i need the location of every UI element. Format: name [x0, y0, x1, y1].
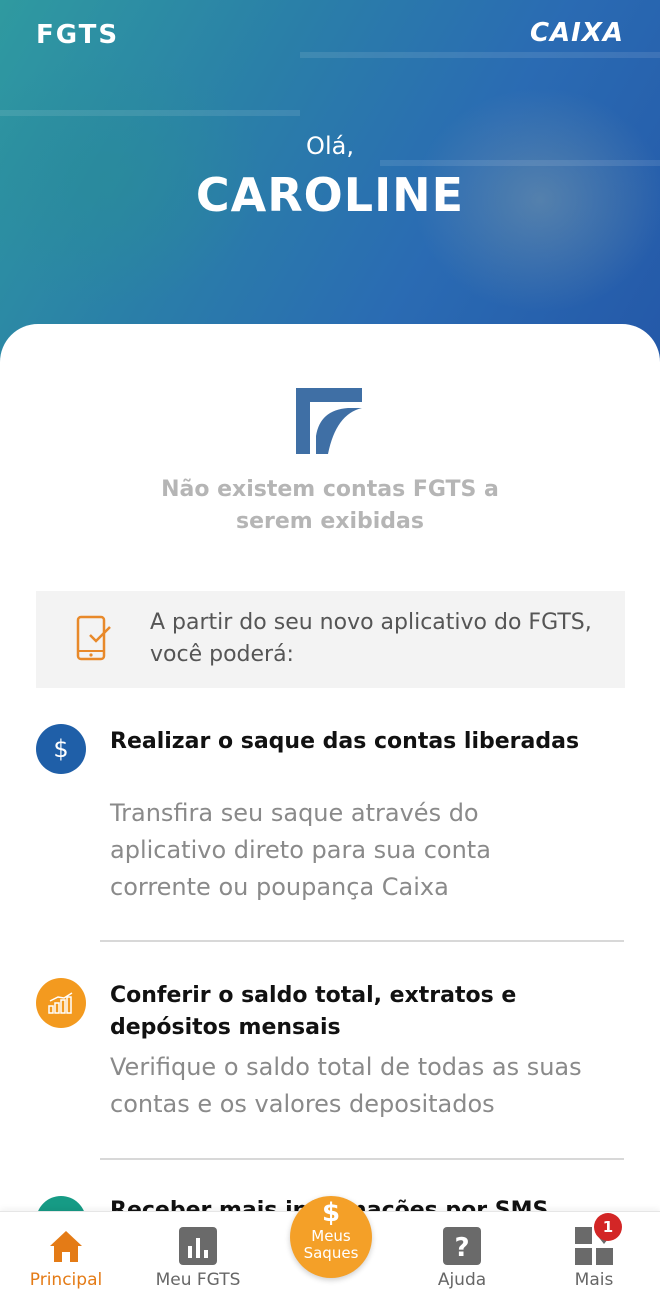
feature-title: Realizar o saque das contas liberadas [110, 729, 580, 754]
greeting-text: Olá, [306, 132, 354, 160]
fab-label-line2: Saques [303, 1244, 359, 1262]
growth-chart-icon [36, 978, 86, 1028]
empty-state-message: Não existem contas FGTS a serem exibidas [161, 477, 499, 534]
dollar-icon: $ [321, 1198, 341, 1228]
feature-withdraw: $ Realizar o saque das contas liberadas … [36, 724, 625, 924]
phone-check-icon [76, 615, 111, 661]
feature-title: Conferir o saldo total, extratos e depós… [110, 983, 517, 1040]
feature-description: Verifique o saldo total de todas as suas… [110, 1053, 582, 1118]
divider [100, 940, 624, 942]
feature-description: Transfira seu saque através do aplicativ… [110, 799, 491, 901]
fab-label-line1: Meus [311, 1227, 351, 1245]
nav-label: Meu FGTS [155, 1270, 241, 1290]
dollar-icon: $ [36, 724, 86, 774]
bar-chart-icon [179, 1227, 217, 1265]
nav-label: Principal [29, 1270, 103, 1290]
header-banner: FGTS CAIXA Olá, CAROLINE [0, 0, 660, 380]
caixa-logo: CAIXA [529, 18, 624, 48]
intro-text: A partir do seu novo aplicativo do FGTS,… [150, 610, 592, 667]
fgts-logo: FGTS [36, 20, 120, 50]
fgts-mark-icon [296, 388, 362, 454]
user-name: CAROLINE [195, 168, 465, 222]
divider [100, 1158, 624, 1160]
nav-label: Ajuda [437, 1270, 487, 1290]
feature-balance: Conferir o saldo total, extratos e depós… [36, 978, 625, 1138]
nav-label: Mais [574, 1270, 614, 1290]
sms-icon [36, 1196, 86, 1211]
nav-ajuda[interactable]: ? Ajuda [420, 1212, 504, 1303]
meus-saques-button[interactable]: $ Meus Saques [290, 1196, 372, 1278]
nav-meu-fgts[interactable]: Meu FGTS [150, 1212, 246, 1303]
nav-principal[interactable]: Principal [20, 1212, 112, 1303]
notification-badge: 1 [594, 1213, 622, 1241]
svg-text:?: ? [454, 1233, 469, 1263]
help-icon: ? [443, 1227, 481, 1265]
home-icon [50, 1231, 82, 1262]
intro-box: A partir do seu novo aplicativo do FGTS,… [36, 591, 625, 688]
